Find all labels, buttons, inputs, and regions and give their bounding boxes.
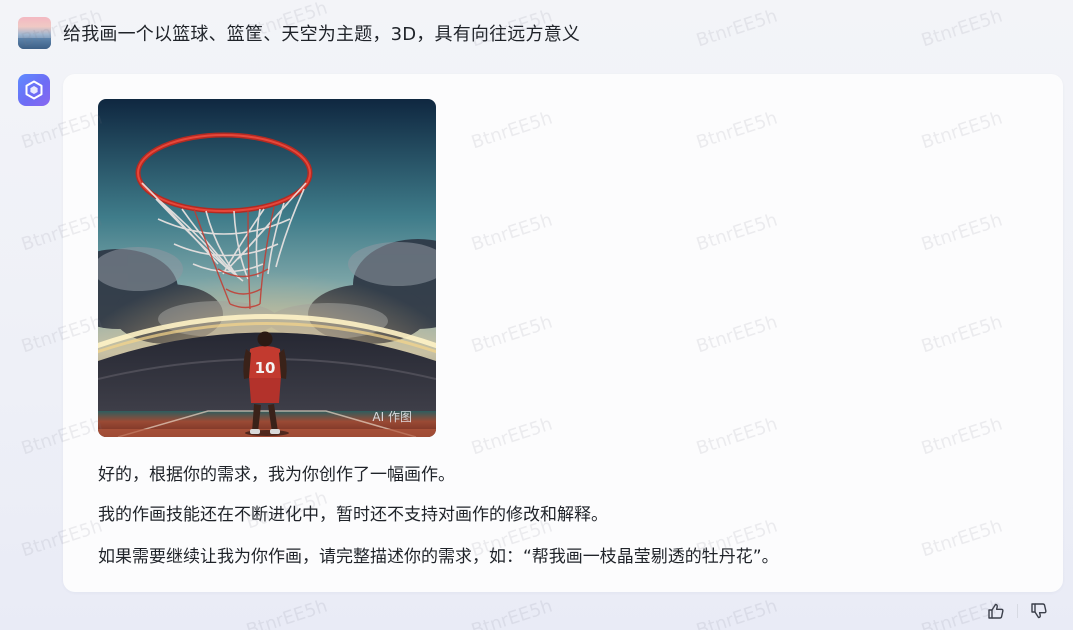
assistant-avatar: [18, 74, 50, 106]
feedback-controls: [985, 600, 1050, 622]
thumbs-up-icon: [988, 603, 1004, 619]
like-button[interactable]: [985, 600, 1007, 622]
watermark: BtnrEE5h: [693, 5, 781, 52]
user-avatar[interactable]: [18, 17, 51, 49]
ai-image-tag: AI 作图: [372, 410, 412, 424]
reply-line-3: 如果需要继续让我为你作画，请完整描述你的需求，如：“帮我画一枝晶莹剔透的牡丹花”…: [98, 547, 779, 567]
watermark: BtnrEE5h: [468, 595, 556, 630]
assistant-logo-icon: [25, 80, 43, 100]
thumbs-down-icon: [1031, 603, 1047, 619]
feedback-divider: [1017, 604, 1018, 618]
generated-image[interactable]: 10 AI 作图: [98, 99, 436, 437]
dislike-button[interactable]: [1028, 600, 1050, 622]
watermark: BtnrEE5h: [693, 595, 781, 630]
assistant-response-card: 10 AI 作图 好的，根据你的需求，我为你创作了一幅画作。 我的作画技能还在不…: [63, 74, 1063, 592]
watermark: BtnrEE5h: [918, 5, 1006, 52]
watermark: BtnrEE5h: [243, 595, 331, 630]
user-message-row: 给我画一个以篮球、篮筐、天空为主题，3D，具有向往远方意义: [18, 17, 580, 49]
reply-line-1: 好的，根据你的需求，我为你创作了一幅画作。: [98, 465, 455, 485]
reply-line-2: 我的作画技能还在不断进化中，暂时还不支持对画作的修改和解释。: [98, 505, 608, 525]
player-jersey-number: 10: [255, 359, 276, 377]
user-message-text: 给我画一个以篮球、篮筐、天空为主题，3D，具有向往远方意义: [63, 24, 581, 45]
